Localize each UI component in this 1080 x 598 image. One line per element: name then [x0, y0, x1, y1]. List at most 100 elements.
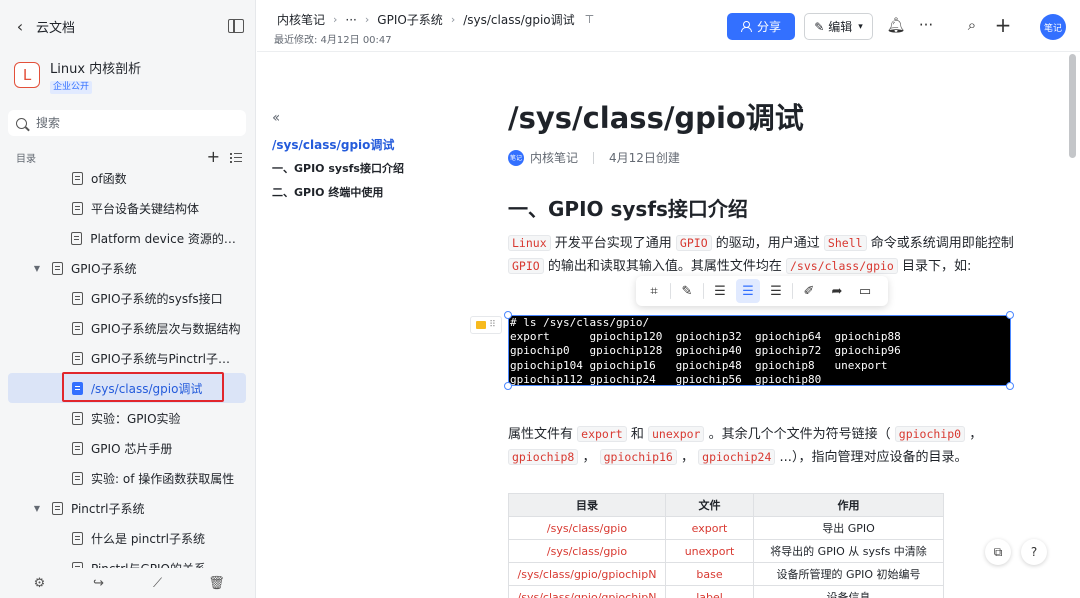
tree-item[interactable]: GPIO子系统层次与数据结构 — [8, 313, 246, 343]
table-cell[interactable]: 设备信息 — [753, 585, 944, 598]
list-options-icon[interactable] — [230, 152, 242, 163]
collapse-outline-icon[interactable]: ‹‹ — [272, 110, 442, 126]
tree-item[interactable]: GPIO 芯片手册 — [8, 433, 246, 463]
table-header-row: 目录 文件 作用 — [508, 493, 944, 517]
tree-item[interactable]: 实验：GPIO实验 — [8, 403, 246, 433]
table-cell[interactable]: /sys/class/gpio — [508, 539, 666, 563]
table-cell[interactable]: /sys/class/gpio/gpiochipN — [508, 562, 666, 586]
table-row: /sys/class/gpio unexport 将导出的 GPIO 从 sys… — [508, 539, 944, 563]
help-icon[interactable]: ? — [1021, 539, 1047, 565]
block-drag-handle[interactable]: ⠿ — [470, 316, 502, 334]
table-cell[interactable]: 导出 GPIO — [753, 516, 944, 540]
resize-handle[interactable] — [504, 311, 512, 319]
breadcrumb-item[interactable]: GPIO子系统 — [377, 11, 443, 28]
pencil-icon: ✎ — [814, 19, 825, 34]
outline-item[interactable]: 一、GPIO sysfs接口介绍 — [272, 162, 442, 176]
text: 。其余几个个文件为符号链接（ — [708, 427, 891, 442]
crop-icon[interactable]: ⌗ — [642, 279, 666, 303]
pin-icon[interactable]: ⊤ — [585, 13, 595, 26]
settings-icon[interactable]: ⚙ — [33, 576, 47, 591]
table-cell[interactable]: 将导出的 GPIO 从 sysfs 中清除 — [753, 539, 944, 563]
breadcrumb-item[interactable]: 内核笔记 — [277, 11, 325, 28]
share-icon[interactable]: ↪ — [92, 576, 106, 591]
trash-icon[interactable]: 🗑︎ — [208, 576, 225, 591]
tree-item[interactable]: GPIO子系统与Pinctrl子系... — [8, 343, 246, 373]
expand-caret-icon[interactable]: ▼ — [32, 264, 42, 273]
more-icon[interactable]: ··· — [917, 16, 935, 34]
author-name[interactable]: 内核笔记 — [530, 149, 578, 166]
text: ， — [969, 427, 983, 442]
drag-handle-icon: ⠿ — [489, 320, 496, 330]
document-body: /sys/class/gpio调试 笔记 内核笔记 4月12日创建 一、GPIO… — [508, 100, 1018, 278]
resize-handle[interactable] — [504, 382, 512, 390]
text: ...），指向管理对应设备的目录。 — [779, 450, 968, 465]
terminal-screenshot[interactable]: # ls /sys/class/gpio/ export gpiochip120… — [508, 315, 1011, 386]
section-heading[interactable]: 一、GPIO sysfs接口介绍 — [508, 196, 1018, 222]
paragraph[interactable]: Linux 开发平台实现了通用 GPIO 的驱动，用户通过 Shell 命令或系… — [508, 232, 1018, 278]
edit-button[interactable]: ✎ 编辑 ▾ — [804, 13, 873, 40]
document-icon — [52, 501, 63, 515]
search-box[interactable] — [8, 110, 246, 136]
table-cell[interactable]: /sys/class/gpio/gpiochipN — [508, 585, 666, 598]
tree-item[interactable]: Pinctrl与GPIO的关系 — [8, 553, 246, 568]
text: 的驱动，用户通过 — [715, 236, 820, 251]
text: 的输出和读取其输入值。其属性文件均在 — [547, 259, 782, 274]
align-right-icon[interactable]: ☰ — [764, 279, 788, 303]
avatar[interactable]: 笔记 — [1040, 14, 1066, 40]
tree-item[interactable]: GPIO子系统的sysfs接口 — [8, 283, 246, 313]
bell-icon[interactable]: 🔔︎ — [886, 16, 905, 34]
table-row: /sys/class/gpio export 导出 GPIO — [508, 516, 944, 540]
resize-handle[interactable] — [1006, 311, 1014, 319]
back-icon[interactable]: ‹ — [12, 16, 28, 36]
edit-image-icon[interactable]: ✐ — [797, 279, 821, 303]
document-icon — [71, 231, 83, 245]
breadcrumb-item[interactable]: ··· — [345, 13, 356, 27]
add-icon[interactable]: + — [994, 13, 1012, 37]
tree-item-gpio-subsystem[interactable]: ▼ GPIO子系统 — [8, 253, 246, 283]
table-cell[interactable]: export — [665, 516, 754, 540]
space-name: Linux 内核剖析 — [50, 62, 142, 77]
table-cell[interactable]: unexport — [665, 539, 754, 563]
space-header[interactable]: L Linux 内核剖析 企业公开 — [14, 62, 141, 94]
page-title[interactable]: /sys/class/gpio调试 — [508, 100, 1018, 136]
text: 命令或系统调用即能控制 — [870, 236, 1014, 251]
search-icon[interactable]: ⌕ — [963, 16, 981, 34]
tree-item[interactable]: 平台设备关键结构体 — [8, 193, 246, 223]
table-cell[interactable]: label — [665, 585, 754, 598]
table-cell[interactable]: base — [665, 562, 754, 586]
share-button[interactable]: 分享 — [727, 13, 795, 40]
tree-item-label: 实验: of 操作函数获取属性 — [91, 471, 235, 486]
table-cell[interactable]: /sys/class/gpio — [508, 516, 666, 540]
breadcrumb-item-current[interactable]: /sys/class/gpio调试 — [463, 11, 574, 28]
outline-item-current[interactable]: /sys/class/gpio调试 — [272, 138, 442, 152]
comment-icon[interactable]: ▭ — [853, 279, 877, 303]
tree-item-pinctrl-subsystem[interactable]: ▼ Pinctrl子系统 — [8, 493, 246, 523]
table-header[interactable]: 文件 — [665, 493, 754, 517]
copy-link-icon[interactable]: ⧉ — [985, 539, 1011, 565]
back-label[interactable]: 云文档 — [36, 17, 75, 36]
table-header[interactable]: 目录 — [508, 493, 666, 517]
resize-handle[interactable] — [1006, 382, 1014, 390]
tree-item-active[interactable]: /sys/class/gpio调试 — [8, 373, 246, 403]
align-left-icon[interactable]: ☰ — [708, 279, 732, 303]
tree-item[interactable]: 实验: of 操作函数获取属性 — [8, 463, 246, 493]
share-icon[interactable]: ➦ — [825, 279, 849, 303]
outline-item[interactable]: 二、GPIO 终端中使用 — [272, 186, 442, 200]
add-icon[interactable]: + — [207, 149, 220, 165]
table-cell[interactable]: 设备所管理的 GPIO 初始编号 — [753, 562, 944, 586]
tree-item[interactable]: Platform device 资源的获取 — [8, 223, 246, 253]
expand-caret-icon[interactable]: ▼ — [32, 504, 42, 513]
sidebar-collapse-icon[interactable] — [228, 19, 244, 33]
terminal-output: # ls /sys/class/gpio/ export gpiochip120… — [510, 316, 901, 386]
scrollbar-thumb[interactable] — [1069, 54, 1076, 158]
doc-tree: of函数 平台设备关键结构体 Platform device 资源的获取 ▼ G… — [0, 163, 256, 568]
tree-item[interactable]: of函数 — [8, 163, 246, 193]
chart-icon[interactable]: ⟋ — [151, 576, 165, 591]
align-center-icon[interactable]: ☰ — [736, 279, 760, 303]
tree-item[interactable]: 什么是 pinctrl子系统 — [8, 523, 246, 553]
paragraph[interactable]: 属性文件有 export 和 unexpor 。其余几个个文件为符号链接（ gp… — [508, 423, 1008, 469]
inline-code: /svs/class/gpio — [786, 258, 898, 274]
annotate-icon[interactable]: ✎ — [675, 279, 699, 303]
table-header[interactable]: 作用 — [753, 493, 944, 517]
search-input[interactable] — [36, 116, 216, 130]
